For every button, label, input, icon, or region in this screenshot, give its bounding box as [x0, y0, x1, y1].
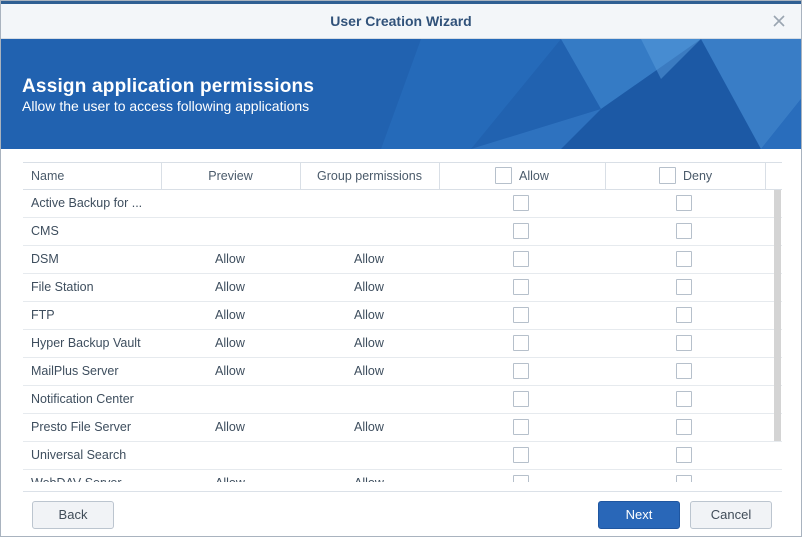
column-header-allow: Allow — [519, 169, 549, 183]
preview-value: Allow — [215, 308, 245, 322]
group-permission-value: Allow — [354, 308, 384, 322]
deny-checkbox[interactable] — [676, 195, 692, 211]
table-row[interactable]: MailPlus Server Allow Allow — [23, 357, 782, 386]
app-name: DSM — [31, 252, 59, 266]
column-header-group[interactable]: Group permissions — [300, 163, 439, 189]
app-name: CMS — [31, 224, 59, 238]
column-header-deny: Deny — [683, 169, 713, 183]
app-name: File Station — [31, 280, 94, 294]
table-row[interactable]: WebDAV Server Allow Allow — [23, 469, 782, 482]
allow-checkbox[interactable] — [513, 391, 529, 407]
close-icon — [773, 15, 785, 27]
grid-header: Name Preview Group permissions Allow Den… — [23, 162, 782, 190]
allow-checkbox[interactable] — [513, 307, 529, 323]
table-row[interactable]: Active Backup for ... — [23, 189, 782, 218]
app-name: Hyper Backup Vault — [31, 336, 141, 350]
allow-checkbox[interactable] — [513, 475, 529, 482]
deny-checkbox[interactable] — [676, 279, 692, 295]
preview-value: Allow — [215, 252, 245, 266]
group-permission-value: Allow — [354, 280, 384, 294]
table-row[interactable]: File Station Allow Allow — [23, 273, 782, 302]
table-row[interactable]: FTP Allow Allow — [23, 301, 782, 330]
group-permission-value: Allow — [354, 364, 384, 378]
preview-value: Allow — [215, 420, 245, 434]
column-divider — [765, 163, 766, 189]
group-permission-value: Allow — [354, 252, 384, 266]
deny-checkbox[interactable] — [676, 307, 692, 323]
header-banner: Assign application permissions Allow the… — [1, 39, 801, 149]
app-name: Active Backup for ... — [31, 196, 143, 210]
deny-checkbox[interactable] — [676, 251, 692, 267]
preview-value: Allow — [215, 336, 245, 350]
table-row[interactable]: Hyper Backup Vault Allow Allow — [23, 329, 782, 358]
window-title: User Creation Wizard — [330, 13, 472, 29]
cancel-button[interactable]: Cancel — [690, 501, 772, 529]
allow-checkbox[interactable] — [513, 419, 529, 435]
deny-checkbox[interactable] — [676, 419, 692, 435]
allow-all-checkbox[interactable] — [495, 167, 512, 184]
table-row[interactable]: Notification Center — [23, 385, 782, 414]
app-name: Universal Search — [31, 448, 127, 462]
app-name: Notification Center — [31, 392, 134, 406]
table-row[interactable]: CMS — [23, 217, 782, 246]
title-bar: User Creation Wizard — [1, 4, 801, 39]
wizard-window: User Creation Wizard Assign application … — [0, 0, 802, 537]
app-name: WebDAV Server — [31, 469, 122, 482]
footer-divider — [23, 491, 782, 492]
deny-checkbox[interactable] — [676, 335, 692, 351]
deny-checkbox[interactable] — [676, 223, 692, 239]
allow-checkbox[interactable] — [513, 447, 529, 463]
deny-checkbox[interactable] — [676, 447, 692, 463]
app-name: MailPlus Server — [31, 364, 119, 378]
column-divider — [605, 163, 606, 189]
column-header-preview[interactable]: Preview — [161, 163, 300, 189]
deny-all-checkbox[interactable] — [659, 167, 676, 184]
table-row[interactable]: DSM Allow Allow — [23, 245, 782, 274]
deny-checkbox[interactable] — [676, 475, 692, 482]
deny-checkbox[interactable] — [676, 363, 692, 379]
preview-value: Allow — [215, 364, 245, 378]
back-button[interactable]: Back — [32, 501, 114, 529]
deny-checkbox[interactable] — [676, 391, 692, 407]
banner-title: Assign application permissions — [22, 76, 315, 97]
app-name: FTP — [31, 308, 55, 322]
table-row[interactable]: Presto File Server Allow Allow — [23, 413, 782, 442]
preview-value: Allow — [215, 280, 245, 294]
group-permission-value: Allow — [354, 420, 384, 434]
next-button[interactable]: Next — [598, 501, 680, 529]
allow-checkbox[interactable] — [513, 251, 529, 267]
column-header-name[interactable]: Name — [31, 163, 64, 189]
table-row[interactable]: Universal Search — [23, 441, 782, 470]
preview-value: Allow — [215, 469, 245, 482]
allow-checkbox[interactable] — [513, 363, 529, 379]
allow-checkbox[interactable] — [513, 223, 529, 239]
group-permission-value: Allow — [354, 336, 384, 350]
allow-checkbox[interactable] — [513, 279, 529, 295]
banner-subtitle: Allow the user to access following appli… — [22, 98, 310, 114]
permissions-grid: Name Preview Group permissions Allow Den… — [23, 162, 782, 482]
allow-checkbox[interactable] — [513, 335, 529, 351]
close-button[interactable] — [767, 9, 791, 33]
column-divider — [439, 163, 440, 189]
allow-checkbox[interactable] — [513, 195, 529, 211]
vertical-scrollbar[interactable] — [774, 190, 781, 441]
app-name: Presto File Server — [31, 420, 132, 434]
group-permission-value: Allow — [354, 469, 384, 482]
